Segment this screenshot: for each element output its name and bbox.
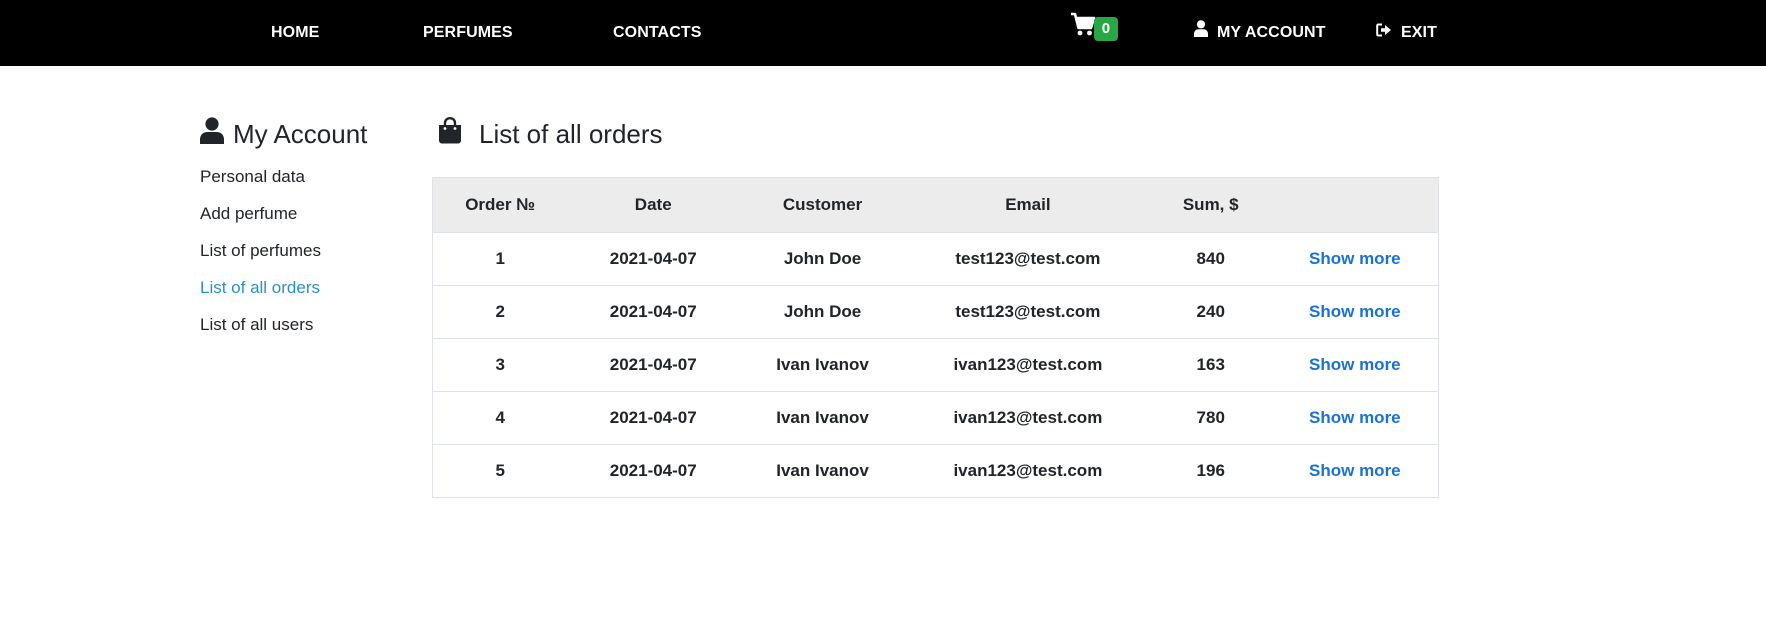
sidebar-item-add-perfume[interactable]: Add perfume (200, 195, 420, 232)
order-action-cell: Show more (1271, 391, 1439, 445)
orders-main: List of all orders Order № Date Customer… (432, 116, 1439, 498)
sidebar-title-label: My Account (233, 118, 368, 149)
sidebar-item-personal-data[interactable]: Personal data (200, 158, 420, 195)
top-navbar: HOME PERFUMES CONTACTS 0 MY ACCOUNT EXIT (0, 0, 1766, 66)
sidebar-item-list-of-perfumes[interactable]: List of perfumes (200, 232, 420, 269)
shopping-bag-icon (438, 116, 462, 151)
order-email-cell: ivan123@test.com (905, 391, 1150, 445)
nav-exit-label: EXIT (1401, 24, 1437, 41)
order-sum-cell: 240 (1149, 285, 1272, 339)
sidebar-item-list-of-all-orders[interactable]: List of all orders (200, 269, 420, 306)
page-title-label: List of all orders (479, 118, 663, 149)
order-number-cell: 1 (432, 232, 568, 286)
page-title: List of all orders (432, 116, 1439, 152)
column-header-actions (1271, 177, 1439, 233)
table-row: 3 2021-04-07 Ivan Ivanov ivan123@test.co… (432, 338, 1439, 392)
show-more-link[interactable]: Show more (1309, 302, 1401, 321)
nav-home-link[interactable]: HOME (271, 0, 319, 66)
sidebar-item-list-of-all-users[interactable]: List of all users (200, 306, 420, 343)
order-sum-cell: 840 (1149, 232, 1272, 286)
order-customer-cell: Ivan Ivanov (739, 338, 906, 392)
sidebar-menu: Personal data Add perfume List of perfum… (200, 158, 420, 343)
order-number-cell: 5 (432, 444, 568, 498)
order-action-cell: Show more (1271, 232, 1439, 286)
order-customer-cell: Ivan Ivanov (739, 444, 906, 498)
sidebar-title: My Account (200, 116, 420, 152)
account-sidebar: My Account Personal data Add perfume Lis… (200, 116, 420, 343)
show-more-link[interactable]: Show more (1309, 461, 1401, 480)
order-sum-cell: 780 (1149, 391, 1272, 445)
order-customer-cell: John Doe (739, 285, 906, 339)
table-row: 5 2021-04-07 Ivan Ivanov ivan123@test.co… (432, 444, 1439, 498)
order-action-cell: Show more (1271, 285, 1439, 339)
column-header-email[interactable]: Email (905, 177, 1150, 233)
order-number-cell: 3 (432, 338, 568, 392)
user-icon (200, 117, 224, 151)
order-sum-cell: 196 (1149, 444, 1272, 498)
table-row: 2 2021-04-07 John Doe test123@test.com 2… (432, 285, 1439, 339)
order-email-cell: test123@test.com (905, 232, 1150, 286)
show-more-link[interactable]: Show more (1309, 249, 1401, 268)
nav-my-account-link[interactable]: MY ACCOUNT (1194, 0, 1326, 66)
order-sum-cell: 163 (1149, 338, 1272, 392)
order-action-cell: Show more (1271, 444, 1439, 498)
order-number-cell: 4 (432, 391, 568, 445)
show-more-link[interactable]: Show more (1309, 408, 1401, 427)
order-action-cell: Show more (1271, 338, 1439, 392)
table-row: 1 2021-04-07 John Doe test123@test.com 8… (432, 232, 1439, 286)
order-number-cell: 2 (432, 285, 568, 339)
table-row: 4 2021-04-07 Ivan Ivanov ivan123@test.co… (432, 391, 1439, 445)
order-date-cell: 2021-04-07 (567, 391, 740, 445)
order-customer-cell: Ivan Ivanov (739, 391, 906, 445)
shopping-cart-icon (1070, 0, 1096, 67)
column-header-date[interactable]: Date (567, 177, 740, 233)
order-date-cell: 2021-04-07 (567, 338, 740, 392)
nav-contacts-link[interactable]: CONTACTS (613, 0, 702, 66)
cart-count-badge: 0 (1094, 17, 1118, 41)
user-icon (1194, 0, 1208, 67)
order-email-cell: ivan123@test.com (905, 338, 1150, 392)
column-header-customer[interactable]: Customer (739, 177, 906, 233)
nav-cart-link[interactable]: 0 (1070, 12, 1120, 48)
column-header-sum[interactable]: Sum, $ (1149, 177, 1272, 233)
order-customer-cell: John Doe (739, 232, 906, 286)
column-header-order-number[interactable]: Order № (432, 177, 568, 233)
order-date-cell: 2021-04-07 (567, 444, 740, 498)
order-email-cell: ivan123@test.com (905, 444, 1150, 498)
order-date-cell: 2021-04-07 (567, 285, 740, 339)
order-email-cell: test123@test.com (905, 285, 1150, 339)
order-date-cell: 2021-04-07 (567, 232, 740, 286)
nav-my-account-label: MY ACCOUNT (1217, 24, 1326, 41)
orders-table: Order № Date Customer Email Sum, $ 1 202… (432, 177, 1439, 498)
nav-exit-link[interactable]: EXIT (1376, 0, 1437, 66)
sign-out-icon (1376, 0, 1392, 67)
nav-perfumes-link[interactable]: PERFUMES (423, 0, 513, 66)
show-more-link[interactable]: Show more (1309, 355, 1401, 374)
table-header-row: Order № Date Customer Email Sum, $ (432, 177, 1439, 233)
